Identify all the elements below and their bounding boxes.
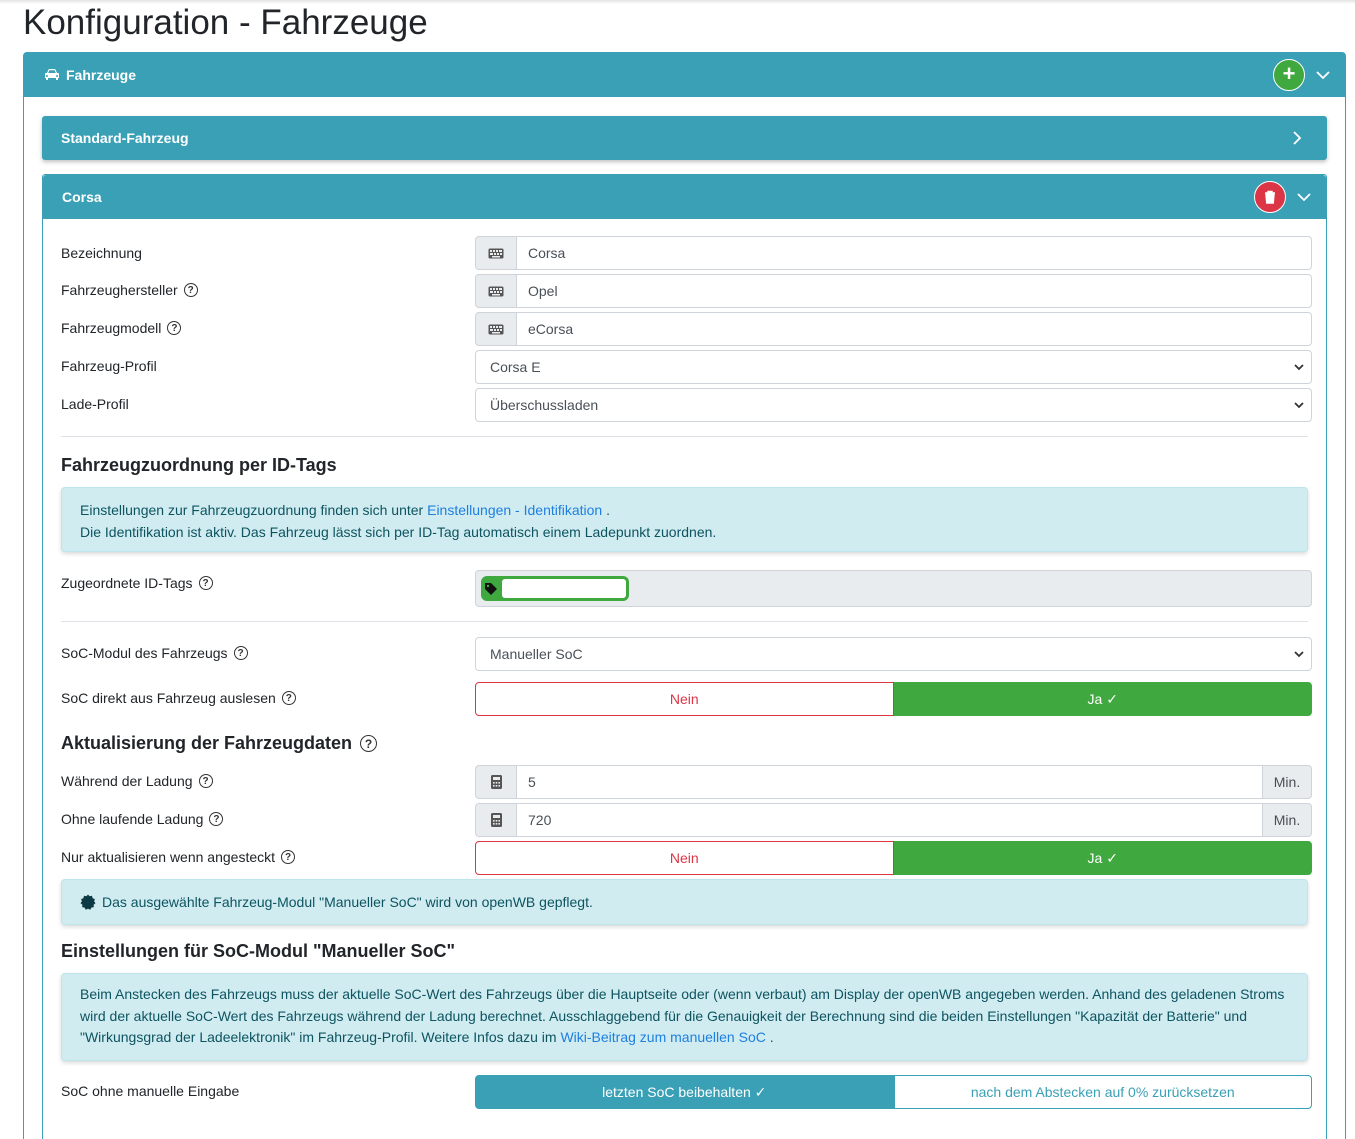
keep-soc-button[interactable]: letzten SoC beibehalten ✓ <box>475 1075 894 1109</box>
help-icon[interactable]: ? <box>281 691 296 705</box>
soc-modul-select[interactable]: Manueller SoC <box>475 637 1312 671</box>
profil-label: Fahrzeug-Profil <box>61 358 157 374</box>
help-icon[interactable]: ? <box>167 321 182 335</box>
help-icon[interactable]: ? <box>209 812 224 826</box>
standard-vehicle-card: Standard-Fahrzeug <box>42 116 1327 160</box>
help-icon[interactable]: ? <box>281 850 296 864</box>
soc-ohne-toggle: letzten SoC beibehalten ✓ nach dem Abste… <box>475 1075 1312 1109</box>
lade-label: Lade-Profil <box>61 396 129 412</box>
bezeichnung-label: Bezeichnung <box>61 245 142 261</box>
divider <box>61 436 1308 437</box>
car-icon <box>45 69 59 80</box>
help-icon[interactable]: ? <box>183 283 198 297</box>
page-title: Konfiguration - Fahrzeuge <box>23 3 428 42</box>
soc-ohne-label: SoC ohne manuelle Eingabe <box>61 1083 240 1099</box>
waehrend-label: Während der Ladung? <box>61 773 213 789</box>
bezeichnung-input[interactable]: Corsa <box>517 236 1312 270</box>
keyboard-icon <box>475 236 517 270</box>
nur-ja-button[interactable]: Ja ✓ <box>893 841 1312 875</box>
idtags-section-title: Fahrzeugzuordnung per ID-Tags <box>61 455 337 475</box>
waehrend-field[interactable]: 5 Min. <box>475 765 1312 799</box>
unit-label: Min. <box>1263 803 1312 837</box>
chevron-right-icon[interactable] <box>1289 130 1305 146</box>
update-section-title: Aktualisierung der Fahrzeugdaten? <box>61 733 378 754</box>
ohne-field[interactable]: 720 Min. <box>475 803 1312 837</box>
idtags-box[interactable] <box>475 570 1312 607</box>
nur-label: Nur aktualisieren wenn angesteckt? <box>61 849 296 865</box>
chevron-down-icon <box>1294 651 1304 658</box>
help-icon[interactable]: ? <box>360 735 378 752</box>
calculator-icon <box>475 765 517 799</box>
profil-select-value: Corsa E <box>490 359 541 375</box>
module-info-alert: Das ausgewählte Fahrzeug-Modul "Manuelle… <box>61 879 1308 925</box>
idtags-label: Zugeordnete ID-Tags? <box>61 575 213 591</box>
idtags-info-alert: Einstellungen zur Fahrzeugzuordnung find… <box>61 487 1308 552</box>
plus-icon: + <box>1282 61 1296 86</box>
keyboard-icon <box>475 312 517 346</box>
hersteller-input[interactable]: Opel <box>517 274 1312 308</box>
reset-soc-button[interactable]: nach dem Abstecken auf 0% zurücksetzen <box>893 1075 1312 1109</box>
modell-label: Fahrzeugmodell? <box>61 320 182 336</box>
lade-select-value: Überschussladen <box>490 397 599 413</box>
modell-field[interactable]: eCorsa <box>475 312 1312 346</box>
vehicles-card-header[interactable]: Fahrzeuge + <box>24 53 1345 97</box>
chevron-down-icon <box>1294 364 1304 371</box>
vehicles-card-title: Fahrzeuge <box>66 67 137 83</box>
corsa-vehicle-header[interactable]: Corsa <box>43 175 1326 219</box>
soc-direkt-ja-button[interactable]: Ja ✓ <box>893 682 1312 716</box>
soc-modul-select-value: Manueller SoC <box>490 646 583 662</box>
idtag-chip[interactable] <box>481 576 629 601</box>
delete-vehicle-button[interactable] <box>1254 181 1286 213</box>
bezeichnung-field[interactable]: Corsa <box>475 236 1312 270</box>
ohne-label: Ohne laufende Ladung? <box>61 811 224 827</box>
keyboard-icon <box>475 274 517 308</box>
hersteller-field[interactable]: Opel <box>475 274 1312 308</box>
profil-select[interactable]: Corsa E <box>475 350 1312 384</box>
standard-vehicle-title: Standard-Fahrzeug <box>61 130 189 146</box>
help-icon[interactable]: ? <box>198 774 213 788</box>
wiki-link[interactable]: Wiki-Beitrag zum manuellen SoC <box>560 1029 765 1045</box>
chevron-down-icon[interactable] <box>1315 67 1331 83</box>
identifikation-link[interactable]: Einstellungen - Identifikation <box>427 502 602 518</box>
unit-label: Min. <box>1263 765 1312 799</box>
soc-direkt-nein-button[interactable]: Nein <box>475 682 894 716</box>
ohne-input[interactable]: 720 <box>517 803 1263 837</box>
calculator-icon <box>475 803 517 837</box>
tag-icon <box>484 581 498 596</box>
manual-info-alert: Beim Anstecken des Fahrzeugs muss der ak… <box>61 973 1308 1061</box>
chevron-down-icon[interactable] <box>1296 189 1312 205</box>
manual-section-title: Einstellungen für SoC-Modul "Manueller S… <box>61 941 456 961</box>
corsa-vehicle-card: Corsa Bezeichnung Corsa Fahrzeugherstell… <box>42 174 1327 1139</box>
soc-modul-label: SoC-Modul des Fahrzeugs? <box>61 645 248 661</box>
lade-select[interactable]: Überschussladen <box>475 388 1312 422</box>
chevron-down-icon <box>1294 402 1304 409</box>
trash-icon <box>1265 190 1275 204</box>
nur-toggle: Nein Ja ✓ <box>475 841 1312 875</box>
standard-vehicle-header[interactable]: Standard-Fahrzeug <box>42 116 1327 160</box>
divider <box>61 621 1308 622</box>
soc-direkt-label: SoC direkt aus Fahrzeug auslesen? <box>61 690 296 706</box>
modell-input[interactable]: eCorsa <box>517 312 1312 346</box>
hersteller-label: Fahrzeughersteller? <box>61 282 198 298</box>
help-icon[interactable]: ? <box>198 576 213 590</box>
add-vehicle-button[interactable]: + <box>1273 59 1305 91</box>
soc-direkt-toggle: Nein Ja ✓ <box>475 682 1312 716</box>
help-icon[interactable]: ? <box>233 646 248 660</box>
vehicles-card: Fahrzeuge + Standard-Fahrzeug Corsa Beze… <box>23 52 1346 1139</box>
waehrend-input[interactable]: 5 <box>517 765 1263 799</box>
badge-icon <box>80 894 96 910</box>
corsa-vehicle-title: Corsa <box>62 189 102 205</box>
idtag-input[interactable] <box>502 579 626 598</box>
nur-nein-button[interactable]: Nein <box>475 841 894 875</box>
